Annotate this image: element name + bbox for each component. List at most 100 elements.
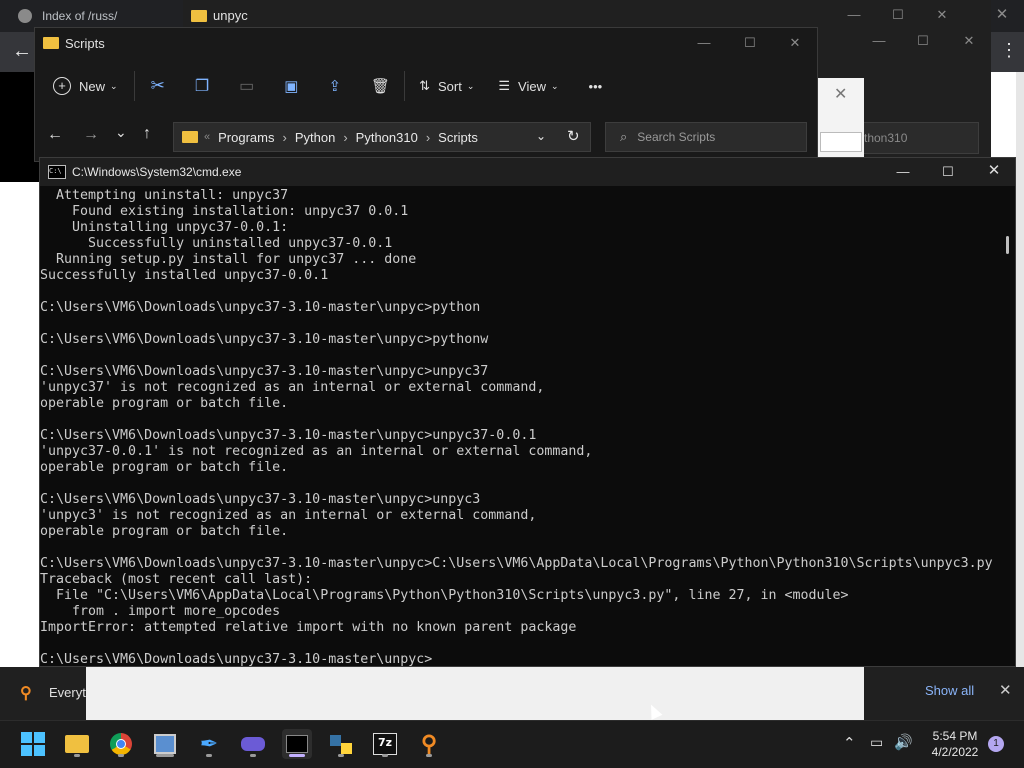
folder-icon xyxy=(191,9,207,22)
browser-menu-icon[interactable]: ⋮ xyxy=(1000,40,1018,61)
minimize-icon[interactable]: — xyxy=(896,165,910,179)
window-title: Scripts xyxy=(65,35,105,51)
chevron-down-icon: ⌄ xyxy=(466,80,475,91)
address-bar[interactable]: « Programs › Python › Python310 › Scripts ⌄ ↻ xyxy=(173,122,591,152)
chrome-icon[interactable] xyxy=(106,729,136,759)
breadcrumb-item[interactable]: Scripts xyxy=(438,130,478,145)
console-line: File "C:\Users\VM6\AppData\Local\Program… xyxy=(40,588,849,603)
recent-chevron-icon[interactable]: ⌄ xyxy=(115,124,127,141)
explorer-command-bar: + New ⌄ ✂ ❐ ▭ ▣ ⇪ 🗑 ⇅ Sort ⌄ ☰ View ⌄ ••… xyxy=(35,58,817,114)
notification-badge[interactable]: 1 xyxy=(988,736,1004,752)
back-arrow-icon[interactable]: ← xyxy=(12,40,32,63)
explorer-nav-row: ← → ⌄ ↑ « Programs › Python › Python310 › Scri… xyxy=(35,120,817,156)
volume-icon[interactable]: 🔊 xyxy=(894,733,913,751)
pen-app-icon[interactable]: ✒ xyxy=(194,729,224,759)
more-label: ••• xyxy=(588,78,603,94)
vr-app-icon[interactable] xyxy=(238,729,268,759)
console-line: Successfully uninstalled unpyc37-0.0.1 xyxy=(40,236,393,251)
up-arrow-icon[interactable]: ↑ xyxy=(143,125,151,143)
close-icon[interactable]: ✕ xyxy=(935,8,949,22)
maximize-icon[interactable]: ☐ xyxy=(891,8,905,22)
cmd-icon: C:\ xyxy=(48,165,66,179)
clock-date: 4/2/2022 xyxy=(931,745,979,759)
delete-icon[interactable]: 🗑 xyxy=(363,68,398,104)
breadcrumb-separator-icon[interactable]: › xyxy=(343,130,347,145)
breadcrumb-item[interactable]: Python310 xyxy=(356,130,418,145)
back-arrow-icon[interactable]: ← xyxy=(47,126,63,144)
python-icon[interactable] xyxy=(326,729,356,759)
search-results-panel xyxy=(86,667,864,720)
scrollbar-thumb[interactable] xyxy=(1006,236,1009,254)
globe-icon xyxy=(18,9,32,23)
console-line: C:\Users\VM6\Downloads\unpyc37-3.10-mast… xyxy=(40,556,993,571)
sort-button[interactable]: ⇅ Sort ⌄ xyxy=(411,68,482,104)
scrollbar[interactable] xyxy=(998,186,1015,666)
clock[interactable]: 5:54 PM 4/2/2022 xyxy=(928,728,982,760)
close-icon[interactable]: ✕ xyxy=(788,36,802,50)
console-line: operable program or batch file. xyxy=(40,460,289,475)
clock-time: 5:54 PM xyxy=(932,729,978,743)
close-icon[interactable]: ✕ xyxy=(987,163,1001,178)
search-input[interactable]: ⌕ Search Scripts xyxy=(605,122,807,152)
maximize-icon[interactable]: ☐ xyxy=(743,36,757,50)
search-icon: ⌕ xyxy=(620,129,628,144)
cmd-window: C:\ C:\Windows\System32\cmd.exe — ☐ ✕ At… xyxy=(39,157,1016,667)
browser-tab-label: Index of /russ/ xyxy=(42,9,118,23)
7zip-icon[interactable]: 7z xyxy=(370,729,400,759)
console-line: C:\Users\VM6\Downloads\unpyc37-3.10-mast… xyxy=(40,492,481,507)
view-label: View xyxy=(518,78,546,94)
minimize-icon[interactable]: — xyxy=(872,34,886,48)
close-icon[interactable]: ✕ xyxy=(995,7,1009,22)
search-input[interactable]: thon310 xyxy=(859,122,979,154)
new-label: New xyxy=(79,78,106,94)
maximize-icon[interactable]: ☐ xyxy=(941,165,955,179)
file-explorer-icon[interactable] xyxy=(62,729,92,759)
control-panel-icon[interactable] xyxy=(150,729,180,759)
breadcrumb-separator-icon[interactable]: › xyxy=(282,130,286,145)
cut-icon[interactable]: ✂ xyxy=(143,68,173,104)
view-button[interactable]: ☰ View ⌄ xyxy=(490,68,566,104)
share-icon[interactable]: ⇪ xyxy=(320,68,349,104)
new-button[interactable]: + New ⌄ xyxy=(45,68,126,104)
network-icon[interactable]: ▭ xyxy=(870,734,883,751)
dialog-fragment: ✕ xyxy=(818,78,864,158)
console-line: Uninstalling unpyc37-0.0.1: xyxy=(40,220,289,235)
maximize-icon[interactable]: ☐ xyxy=(916,34,930,48)
copy-icon[interactable]: ❐ xyxy=(187,68,217,104)
chevron-up-icon[interactable]: ⌃ xyxy=(843,734,856,752)
console-output[interactable]: Attempting uninstall: unpyc37 Found exis… xyxy=(40,188,998,666)
overflow-chevron-icon[interactable]: « xyxy=(204,131,210,143)
everything-search-icon[interactable]: ⚲ xyxy=(414,729,444,759)
console-line: operable program or batch file. xyxy=(40,524,289,539)
sort-icon: ⇅ xyxy=(419,78,430,93)
breadcrumb-item[interactable]: Programs xyxy=(218,130,274,145)
terminal-icon[interactable] xyxy=(282,729,312,759)
browser-scrollbar[interactable] xyxy=(1016,72,1024,720)
console-line: 'unpyc37-0.0.1' is not recognized as an … xyxy=(40,444,593,459)
minimize-icon[interactable]: — xyxy=(697,36,711,50)
show-all-button[interactable]: Show all xyxy=(925,683,974,698)
forward-arrow-icon[interactable]: → xyxy=(83,126,99,144)
console-line: Traceback (most recent call last): xyxy=(40,572,313,587)
more-options-button[interactable]: ••• xyxy=(581,68,611,104)
rename-icon[interactable]: ▣ xyxy=(276,68,306,104)
refresh-icon[interactable]: ↻ xyxy=(567,127,580,145)
breadcrumb-separator-icon[interactable]: › xyxy=(426,130,430,145)
explorer-window-scripts: Scripts — ☐ ✕ + New ⌄ ✂ ❐ ▭ ▣ ⇪ 🗑 ⇅ Sort… xyxy=(34,27,818,162)
close-icon[interactable]: ✕ xyxy=(999,681,1012,699)
folder-icon xyxy=(182,131,198,143)
cmd-titlebar: C:\ C:\Windows\System32\cmd.exe — ☐ ✕ xyxy=(40,158,1015,186)
dialog-input[interactable] xyxy=(820,132,862,152)
console-line: Successfully installed unpyc37-0.0.1 xyxy=(40,268,329,283)
close-icon[interactable]: ✕ xyxy=(834,84,847,104)
close-icon[interactable]: ✕ xyxy=(962,34,976,48)
breadcrumb-item[interactable]: Python xyxy=(295,130,335,145)
window-title: unpyc xyxy=(213,8,248,23)
paste-icon[interactable]: ▭ xyxy=(231,68,262,104)
chevron-down-icon[interactable]: ⌄ xyxy=(536,129,546,143)
minimize-icon[interactable]: — xyxy=(847,8,861,22)
windows-start-icon[interactable] xyxy=(18,729,48,759)
